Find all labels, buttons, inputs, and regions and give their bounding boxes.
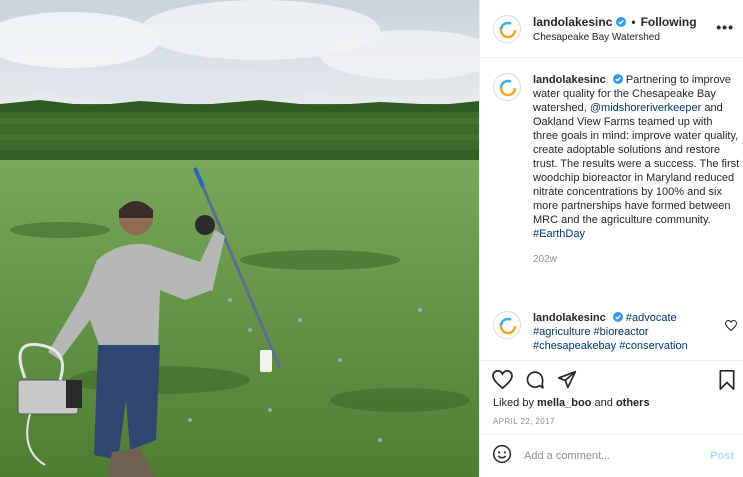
more-options-icon[interactable]: ••• bbox=[716, 20, 734, 34]
emoji-icon[interactable] bbox=[492, 444, 512, 469]
avatar[interactable] bbox=[493, 14, 521, 43]
comment-username[interactable]: landolakesinc bbox=[533, 312, 606, 324]
like-comment-icon[interactable] bbox=[725, 320, 737, 331]
hashtag-link[interactable]: #chesapeakebay bbox=[533, 340, 616, 352]
liked-by-and: and bbox=[594, 397, 613, 409]
caption-age[interactable]: 202w bbox=[533, 253, 740, 267]
location-link[interactable]: Chesapeake Bay Watershed bbox=[533, 32, 697, 43]
post-button[interactable]: Post bbox=[710, 450, 734, 462]
post-header: landolakesinc • Following Chesapeake Bay… bbox=[480, 0, 743, 58]
brand-logo-icon bbox=[499, 317, 517, 335]
action-bar: Liked by mella_boo and others APRIL 22, … bbox=[480, 360, 743, 433]
avatar[interactable] bbox=[493, 73, 521, 101]
hashtag-link[interactable]: #advocate bbox=[626, 312, 677, 324]
heart-icon[interactable] bbox=[492, 369, 513, 395]
comment: landolakesinc #advocate #agriculture #bi… bbox=[493, 311, 723, 353]
liked-by-others[interactable]: others bbox=[616, 397, 650, 409]
follow-separator: • bbox=[631, 14, 636, 29]
following-button[interactable]: Following bbox=[641, 15, 697, 29]
post-photo[interactable] bbox=[0, 0, 479, 477]
hashtag-link[interactable]: #agriculture bbox=[533, 326, 590, 338]
verified-badge-icon bbox=[616, 16, 627, 27]
caption-text-part2: and Oakland View Farms teamed up with th… bbox=[533, 102, 740, 226]
hashtag-link[interactable]: #EarthDay bbox=[533, 228, 585, 240]
header-username[interactable]: landolakesinc bbox=[533, 15, 612, 29]
caption: landolakesinc Partnering to improve wate… bbox=[493, 73, 740, 267]
bookmark-icon[interactable] bbox=[718, 370, 736, 395]
verified-badge-icon bbox=[612, 312, 623, 322]
liked-by-prefix: Liked by bbox=[493, 397, 534, 409]
post-date[interactable]: APRIL 22, 2017 bbox=[493, 417, 555, 426]
photo-scene bbox=[0, 0, 479, 477]
brand-logo-icon bbox=[499, 21, 517, 38]
add-comment-bar: Post bbox=[480, 434, 743, 477]
hashtag-link[interactable]: #bioreactor bbox=[594, 326, 649, 338]
brand-logo-icon bbox=[499, 79, 517, 97]
mention-link[interactable]: @midshoreriverkeeper bbox=[590, 102, 701, 114]
likes-summary: Liked by mella_boo and others bbox=[493, 397, 650, 409]
share-icon[interactable] bbox=[557, 370, 577, 395]
comment-input[interactable] bbox=[524, 450, 694, 462]
liked-by-user[interactable]: mella_boo bbox=[537, 397, 591, 409]
verified-badge-icon bbox=[612, 74, 623, 84]
caption-username[interactable]: landolakesinc bbox=[533, 74, 606, 86]
comment-icon[interactable] bbox=[525, 370, 545, 395]
avatar[interactable] bbox=[493, 311, 521, 339]
post-side-panel: landolakesinc • Following Chesapeake Bay… bbox=[479, 0, 743, 477]
comments-section: landolakesinc Partnering to improve wate… bbox=[480, 59, 743, 362]
hashtag-link[interactable]: #conservation bbox=[619, 340, 688, 352]
